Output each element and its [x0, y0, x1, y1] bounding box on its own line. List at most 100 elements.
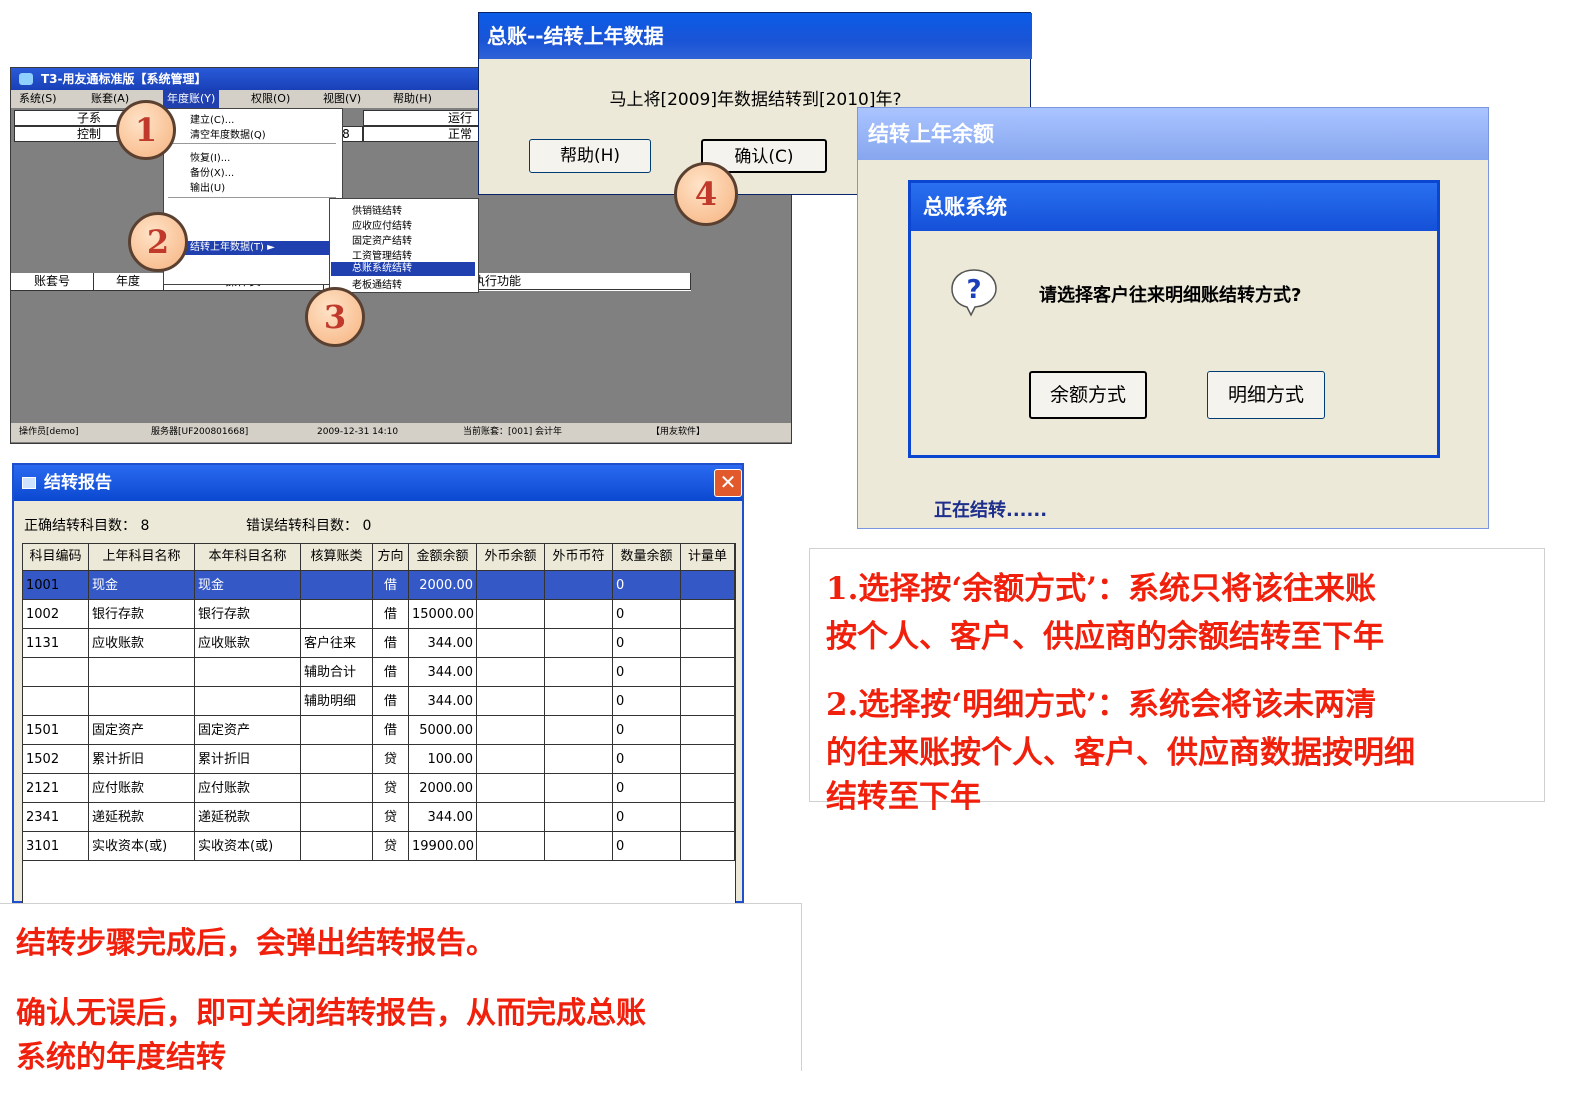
- table-cell: 客户往来: [301, 629, 373, 658]
- close-icon[interactable]: ✕: [714, 469, 742, 497]
- table-cell: 贷: [373, 745, 409, 774]
- table-row[interactable]: 辅助明细借 344.00 0: [23, 687, 735, 716]
- table-cell: [681, 832, 735, 861]
- detail-mode-button[interactable]: 明细方式: [1207, 371, 1325, 419]
- status-bar: 操作员[demo] 服务器[UF200801668] 2009-12-31 14…: [11, 423, 791, 442]
- report-column-header[interactable]: 外币币符: [545, 544, 613, 571]
- error-count-value: 0: [362, 518, 372, 534]
- table-cell: 递延税款: [195, 803, 301, 832]
- submenu-boss[interactable]: 老板通结转: [352, 276, 402, 291]
- table-cell: [545, 571, 613, 600]
- table-cell: [477, 832, 545, 861]
- table-cell: [301, 571, 373, 600]
- app-title: T3-用友通标准版【系统管理】: [41, 72, 207, 86]
- col-year: 年度: [93, 273, 164, 291]
- table-row[interactable]: 1001 现金 现金借 2000.00 0: [23, 571, 735, 600]
- table-row[interactable]: 辅助合计借 344.00 0: [23, 658, 735, 687]
- note-line-5: 结转至下年: [826, 779, 981, 815]
- table-cell: 0: [613, 687, 681, 716]
- table-cell: [301, 774, 373, 803]
- report-column-header[interactable]: 数量余额: [613, 544, 681, 571]
- menu-item-clear-year-data[interactable]: 清空年度数据(Q): [190, 126, 266, 141]
- table-cell: 借: [373, 571, 409, 600]
- table-cell: [477, 774, 545, 803]
- report-column-header[interactable]: 科目编码: [23, 544, 89, 571]
- error-count-label: 错误结转科目数： 0: [246, 515, 371, 535]
- status-datetime: 2009-12-31 14:10: [317, 427, 399, 437]
- table-cell: [545, 803, 613, 832]
- bottom-note-line-2: 确认无误后，即可关闭结转报告，从而完成总账: [16, 996, 646, 1031]
- report-column-header[interactable]: 计量单: [681, 544, 735, 571]
- table-cell: [681, 658, 735, 687]
- menu-account[interactable]: 账套(A): [91, 90, 129, 108]
- table-row[interactable]: 1002 银行存款 银行存款借 15000.00 0: [23, 600, 735, 629]
- table-cell: [477, 687, 545, 716]
- table-cell: [545, 687, 613, 716]
- menu-view[interactable]: 视图(V): [323, 90, 361, 108]
- submenu-receivable-payable[interactable]: 应收应付结转: [352, 217, 412, 232]
- menu-item-export[interactable]: 输出(U): [190, 179, 225, 194]
- table-row[interactable]: 2121 应付账款 应付账款贷 2000.00 0: [23, 774, 735, 803]
- status-operator: 操作员[demo]: [19, 427, 79, 437]
- table-row[interactable]: 1501 固定资产 固定资产借 5000.00 0: [23, 716, 735, 745]
- table-cell: [301, 832, 373, 861]
- table-cell: 现金: [89, 571, 195, 600]
- report-title-bar: 结转报告: [14, 465, 742, 501]
- submenu-fixed-assets[interactable]: 固定资产结转: [352, 232, 412, 247]
- table-cell: [477, 600, 545, 629]
- report-column-header[interactable]: 金额余额: [409, 544, 477, 571]
- report-column-header[interactable]: 核算账类: [301, 544, 373, 571]
- menu-item-carry-forward[interactable]: 结转上年数据(T) ►: [165, 241, 339, 255]
- table-cell: 银行存款: [89, 600, 195, 629]
- help-button[interactable]: 帮助(H): [529, 139, 651, 173]
- table-cell: 辅助明细: [301, 687, 373, 716]
- year-account-dropdown: 建立(C)... 清空年度数据(Q) 恢复(I)... 备份(X)... 输出(…: [163, 108, 343, 285]
- table-cell: 5000.00: [409, 716, 477, 745]
- table-cell: 贷: [373, 803, 409, 832]
- table-cell: 0: [613, 832, 681, 861]
- report-column-header[interactable]: 上年科目名称: [89, 544, 195, 571]
- table-cell: [545, 774, 613, 803]
- menu-item-restore[interactable]: 恢复(I)...: [190, 149, 230, 164]
- menu-separator: [168, 197, 336, 198]
- general-ledger-dialog: 总账系统 ? 请选择客户往来明细账结转方式? 余额方式 明细方式: [908, 180, 1440, 458]
- report-column-header[interactable]: 外币余额: [477, 544, 545, 571]
- table-row[interactable]: 1131 应收账款 应收账款 客户往来借 344.00 0: [23, 629, 735, 658]
- col-account-no: 账套号: [11, 273, 94, 291]
- table-row[interactable]: 3101 实收资本(或) 实收资本(或) 贷 19900.00 0: [23, 832, 735, 861]
- report-column-header[interactable]: 本年科目名称: [195, 544, 301, 571]
- report-explanation-note: 结转步骤完成后，会弹出结转报告。 确认无误后，即可关闭结转报告，从而完成总账 系…: [0, 903, 802, 1075]
- question-icon: ?: [949, 267, 999, 317]
- report-column-header[interactable]: 方向: [373, 544, 409, 571]
- table-row[interactable]: 2341 递延税款 递延税款贷 344.00 0: [23, 803, 735, 832]
- submenu-payroll[interactable]: 工资管理结转: [352, 247, 412, 262]
- table-cell: 固定资产: [89, 716, 195, 745]
- carry-forward-balance-window: 结转上年余额 总账系统 ? 请选择客户往来明细账结转方式? 余额方式 明细方式 …: [857, 107, 1489, 529]
- table-cell: [681, 716, 735, 745]
- table-cell: [681, 687, 735, 716]
- table-row[interactable]: 1502 累计折旧 累计折旧贷 100.00 0: [23, 745, 735, 774]
- table-cell: [681, 745, 735, 774]
- table-cell: [545, 658, 613, 687]
- menu-permission[interactable]: 权限(O): [251, 90, 290, 108]
- table-cell: 累计折旧: [195, 745, 301, 774]
- menu-system[interactable]: 系统(S): [19, 90, 57, 108]
- balance-mode-button[interactable]: 余额方式: [1029, 371, 1147, 419]
- table-cell: 贷: [373, 832, 409, 861]
- table-cell: [23, 687, 89, 716]
- table-cell: [301, 803, 373, 832]
- bottom-note-line-3: 系统的年度结转: [16, 1040, 226, 1075]
- menu-year-account[interactable]: 年度账(Y): [163, 90, 220, 108]
- table-cell: 19900.00: [409, 832, 477, 861]
- menu-item-create[interactable]: 建立(C)...: [190, 111, 234, 126]
- submenu-supply-chain[interactable]: 供销链结转: [352, 202, 402, 217]
- step-badge-4: 4: [674, 162, 738, 226]
- menu-item-backup[interactable]: 备份(X)...: [190, 164, 234, 179]
- submenu-general-ledger[interactable]: 总账系统结转: [331, 262, 475, 276]
- menu-help[interactable]: 帮助(H): [393, 90, 432, 108]
- table-cell: 344.00: [409, 629, 477, 658]
- table-cell: [301, 745, 373, 774]
- table-cell: 1501: [23, 716, 89, 745]
- step-badge-2: 2: [128, 212, 188, 272]
- gl-question-text: 请选择客户往来明细账结转方式?: [1039, 285, 1302, 306]
